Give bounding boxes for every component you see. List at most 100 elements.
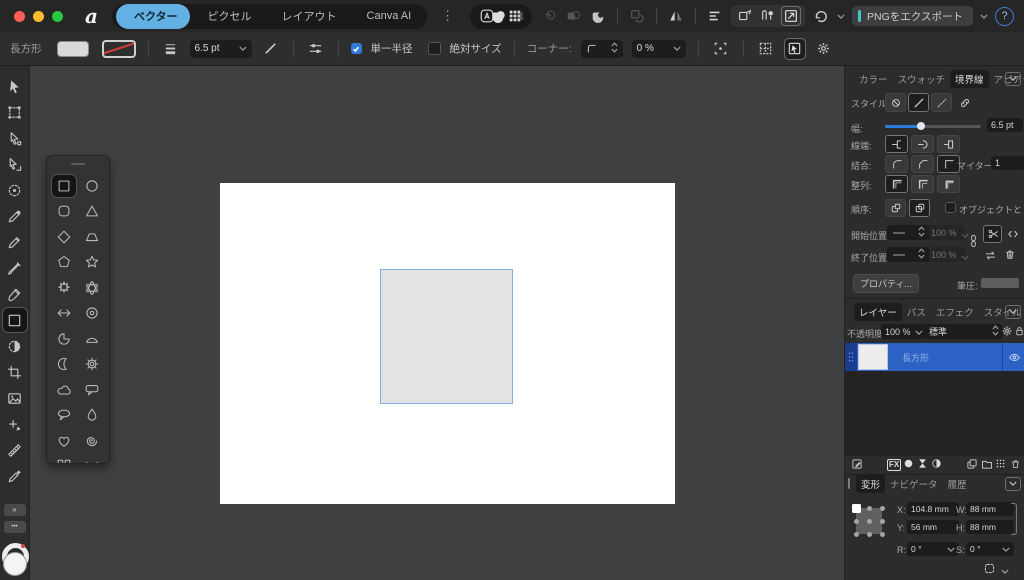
qr-code-shape-tool[interactable] [52,455,76,464]
pattern-layer-button[interactable] [995,458,1006,472]
convert-to-curves-button[interactable] [711,39,731,59]
lock-icon[interactable] [1014,325,1024,340]
trapezoid-shape-tool[interactable] [80,226,104,248]
new-group-button[interactable] [981,458,993,473]
donut-shape-tool[interactable] [80,302,104,324]
chevron-down-icon[interactable] [961,252,969,263]
start-percent-field[interactable]: 100 % [927,225,965,240]
delete-layer-button[interactable] [1010,458,1021,473]
boolean-subtract-button[interactable] [514,7,532,25]
stroke-none-button[interactable] [885,93,906,112]
corner-tool[interactable] [3,178,27,202]
tab-color[interactable]: カラー [854,70,893,88]
pressure-field[interactable] [981,278,1019,288]
align-outside-button[interactable] [937,175,960,193]
layer-thumbnail[interactable] [858,344,888,370]
flyout-drag-handle[interactable] [71,163,85,165]
undo-button[interactable] [812,7,830,25]
point-transform-tool[interactable] [3,412,27,436]
node-tool[interactable] [3,126,27,150]
boolean-intersect-button[interactable] [539,7,557,25]
persona-vector[interactable]: ベクター [116,4,190,29]
anchor-dot[interactable] [880,532,885,537]
fill-gradient-tool[interactable] [3,334,27,358]
pen-tool[interactable] [3,204,27,228]
mask-layer-button[interactable] [903,458,914,472]
persona-layout[interactable]: レイアウト [264,4,349,29]
flip-horizontal-button[interactable] [667,7,685,25]
anchor-dot[interactable] [867,519,872,524]
boolean-combine-button[interactable] [589,7,607,25]
snapping-button[interactable] [736,7,754,25]
tab-transform[interactable]: 変形 [856,475,885,493]
paint-brush-tool[interactable] [3,282,27,306]
heart-shape-tool[interactable] [52,430,76,452]
panel-chevron-button[interactable] [1005,72,1021,86]
link-start-end-icon[interactable] [969,234,978,251]
anchor-dot[interactable] [880,519,885,524]
measure-tool[interactable] [3,438,27,462]
stroke-width-field[interactable]: 6.5 pt [987,118,1023,132]
swap-start-end-button[interactable] [984,249,997,265]
opacity-dropdown[interactable]: 100 % [881,324,927,339]
diamond-shape-tool[interactable] [52,226,76,248]
align-inside-button[interactable] [911,175,934,193]
close-window-button[interactable] [14,11,25,22]
contour-tool[interactable] [3,152,27,176]
stroke-style-button[interactable] [261,39,281,59]
cog-shape-tool[interactable] [52,277,76,299]
callout-rectangle-shape-tool[interactable] [80,379,104,401]
export-chevron[interactable] [980,11,988,22]
blend-mode-dropdown[interactable]: 標準 [925,324,1003,339]
minimize-window-button[interactable] [33,11,44,22]
export-button[interactable]: PNGをエクスポート [852,6,973,26]
x-field[interactable]: 104.8 mm [907,502,959,516]
edit-all-layers-button[interactable] [785,39,805,59]
corner-type-dropdown[interactable] [581,40,623,58]
rounded-rectangle-shape-tool[interactable] [52,200,76,222]
vector-brush-tool[interactable] [3,256,27,280]
stroke-behind-button[interactable] [885,199,906,217]
panel-chevron-button[interactable] [1005,305,1021,319]
more-tools-button[interactable]: ••• [4,521,26,533]
layer-settings-gear-icon[interactable] [1001,325,1013,340]
rounded-cog-shape-tool[interactable] [80,277,104,299]
layers-list-empty-area[interactable] [845,371,1024,455]
stroke-solid-button[interactable] [908,93,929,112]
corner-percent-dropdown[interactable]: 0 % [632,40,686,58]
persona-pixel[interactable]: ピクセル [190,4,264,29]
stroke-brush-button[interactable] [954,93,975,112]
settings-gear-icon[interactable] [814,39,834,59]
more-personas-button[interactable]: ⋮ [437,8,458,24]
undo-chevron[interactable] [837,11,845,22]
w-field[interactable]: 88 mm [966,502,1014,516]
tear-shape-tool[interactable] [80,404,104,426]
h-field[interactable]: 88 mm [966,520,1014,534]
maximize-window-button[interactable] [52,11,63,22]
fx-button[interactable]: FX [887,459,901,471]
slider-thumb[interactable] [917,122,925,130]
duplicate-layer-button[interactable] [966,458,978,473]
double-arrow-shape-tool[interactable] [52,302,76,324]
anchor-point-selector[interactable] [852,504,886,538]
rotation-dropdown[interactable]: 0 ° [907,542,959,556]
fill-color-swatch[interactable] [57,41,89,57]
bracket-shape-tool[interactable] [80,455,104,464]
pie-shape-tool[interactable] [52,328,76,350]
rectangle-tool[interactable] [3,308,27,332]
stroke-options-button[interactable] [306,39,326,59]
single-radius-checkbox[interactable] [351,43,362,54]
fill-color-circle[interactable] [3,552,27,576]
shear-dropdown[interactable]: 0 ° [966,542,1014,556]
adjustment-layer-button[interactable] [931,458,942,472]
polygon-shape-tool[interactable] [52,251,76,273]
segment-shape-tool[interactable] [80,328,104,350]
alignment-button[interactable] [706,7,724,25]
crescent-shape-tool[interactable] [52,353,76,375]
rectangle-shape-tool[interactable] [52,175,76,197]
boolean-add-button[interactable] [489,7,507,25]
stroke-width-dropdown[interactable]: 6.5 pt [190,40,252,58]
tab-effects[interactable]: エフェク [931,303,979,321]
round-cap-button[interactable] [911,135,934,153]
move-tool[interactable] [3,74,27,98]
